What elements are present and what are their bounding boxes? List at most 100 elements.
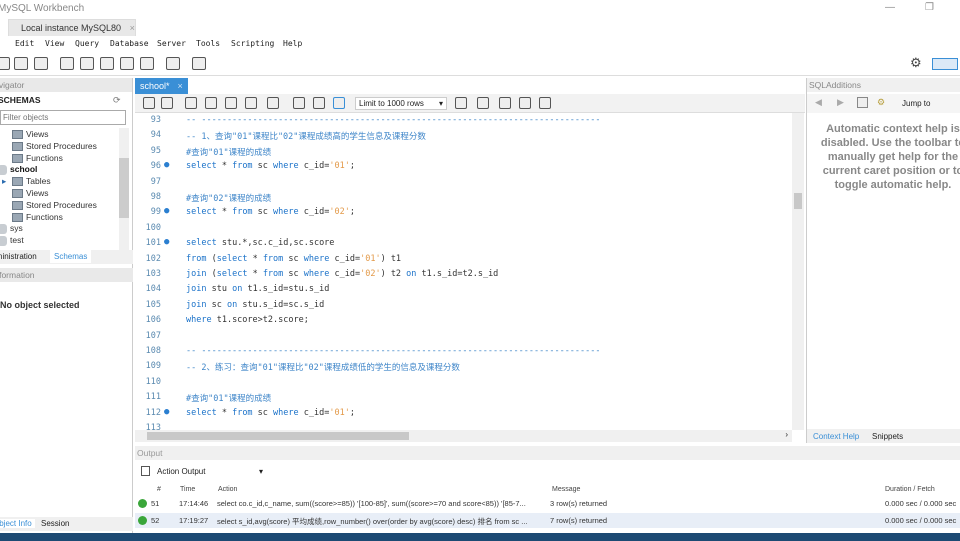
column-header[interactable]: Action — [218, 486, 237, 493]
output-row[interactable]: 52 17:19:27 select s_id,avg(score) 平均成绩,ro… — [135, 512, 960, 528]
editor-toolbar-icon-2[interactable] — [185, 97, 197, 109]
line-number: 105 — [145, 299, 161, 310]
editor-toolbar-icon-8[interactable] — [313, 97, 325, 109]
toolbar-icon-8[interactable] — [166, 57, 180, 70]
tree-item-school[interactable]: school — [0, 164, 38, 176]
toolbar-icon-1[interactable] — [14, 57, 28, 70]
tab-schemas[interactable]: Schemas — [50, 250, 92, 263]
tree-item-stored-procedures[interactable]: Stored Procedures — [12, 200, 97, 211]
filter-objects-input[interactable] — [0, 110, 126, 125]
editor-toolbar-icon-r3[interactable] — [519, 97, 531, 109]
column-header[interactable]: # — [157, 486, 161, 493]
code-token-id: c_id= — [298, 207, 330, 218]
tab-session[interactable]: Session — [41, 519, 69, 528]
editor-toolbar-icon-r1[interactable] — [477, 97, 489, 109]
tab-object-info[interactable]: Object Info — [0, 519, 35, 528]
line-number: 111 — [145, 392, 161, 403]
code-token-kw: where — [303, 253, 330, 264]
menu-database[interactable]: Database — [110, 39, 149, 48]
column-header[interactable]: Message — [552, 486, 580, 493]
menu-query[interactable]: Query — [75, 39, 99, 48]
forward-icon[interactable]: ▶ — [837, 97, 844, 108]
code-line: join stu on t1.s_id=stu.s_id — [186, 284, 329, 294]
tree-item-functions[interactable]: Functions — [12, 212, 63, 222]
tree-item-functions[interactable]: Functions — [12, 153, 63, 163]
editor-toolbar-icon-4[interactable] — [225, 97, 237, 109]
tree-item-sys[interactable]: sys — [0, 223, 23, 235]
toolbar-icon-6[interactable] — [120, 57, 134, 70]
line-number: 97 — [150, 176, 161, 187]
schemas-label: SCHEMAS — [0, 95, 41, 105]
column-header[interactable]: Time — [180, 486, 195, 493]
editor-toolbar-icon-9[interactable] — [333, 97, 345, 109]
settings-icon[interactable]: ⚙ — [910, 55, 922, 71]
limit-rows-select[interactable]: Limit to 1000 rows ▾ — [355, 97, 447, 110]
output-type-select[interactable]: Action Output ▾ — [155, 465, 265, 479]
menu-help[interactable]: Help — [283, 39, 302, 48]
toolbar-icon-7[interactable] — [140, 57, 154, 70]
tree-item-label: Views — [26, 129, 49, 139]
menu-server[interactable]: Server — [157, 39, 186, 48]
tree-item-views[interactable]: Views — [12, 188, 49, 199]
tree-item-stored-procedures[interactable]: Stored Procedures — [12, 141, 97, 152]
toolbar-icon-4[interactable] — [80, 57, 94, 70]
output-num: 51 — [151, 499, 160, 508]
menu-edit[interactable]: Edit — [15, 39, 34, 48]
editor-toolbar-icon-r4[interactable] — [539, 97, 551, 109]
expand-arrow-icon[interactable]: ▸ — [2, 176, 6, 187]
tab-snippets[interactable]: Snippets — [872, 432, 903, 441]
editor-toolbar-icon-5[interactable] — [245, 97, 257, 109]
editor-toolbar-icon-3[interactable] — [205, 97, 217, 109]
editor-vertical-scrollbar[interactable] — [792, 113, 804, 430]
tab-administration[interactable]: Administration — [0, 252, 37, 261]
editor-tab-school[interactable]: school* × — [135, 78, 188, 94]
refresh-icon[interactable]: ⟳ — [113, 95, 121, 106]
editor-horizontal-scrollbar[interactable]: › — [135, 430, 792, 442]
maximize-button[interactable]: ❐ — [925, 2, 934, 13]
toolbar-icon-3[interactable] — [60, 57, 74, 70]
output-row[interactable]: 51 17:14:46 select co.c_id,c_name, sum((sc… — [135, 496, 960, 511]
code-token-kw: join — [186, 299, 207, 310]
toolbar-icon-9[interactable] — [192, 57, 206, 70]
back-icon[interactable]: ◀ — [815, 97, 822, 108]
copy-icon[interactable] — [141, 466, 150, 476]
code-token-id: ( — [206, 253, 217, 264]
taskbar — [0, 533, 960, 541]
editor-toolbar-icon-0[interactable] — [143, 97, 155, 109]
tree-item-tables[interactable]: ▸ Tables — [2, 176, 51, 187]
sql-additions-header: SQLAdditions — [807, 78, 960, 92]
line-number: 100 — [145, 222, 161, 233]
editor-toolbar-icon-1[interactable] — [161, 97, 173, 109]
sql-additions-panel: SQLAdditions ◀ ▶ ⚙ Jump to Automatic con… — [806, 78, 960, 443]
menu-scripting[interactable]: Scripting — [231, 39, 274, 48]
code-line: where t1.score>t2.score; — [186, 315, 309, 325]
tree-item-test[interactable]: test — [0, 235, 24, 246]
manual-help-icon[interactable] — [857, 97, 868, 108]
column-header[interactable]: Duration / Fetch — [885, 486, 935, 493]
toolbar-icon-2[interactable] — [34, 57, 48, 70]
scroll-right-icon[interactable]: › — [785, 430, 788, 439]
editor-toolbar-icon-r0[interactable] — [455, 97, 467, 109]
tree-item-label: school — [10, 164, 38, 175]
code-token-id: * — [216, 207, 233, 218]
toolbar-icon-0[interactable] — [0, 57, 10, 70]
editor-toolbar-icon-r2[interactable] — [499, 97, 511, 109]
connection-tab[interactable]: Local instance MySQL80 × — [8, 19, 136, 36]
editor-toolbar-icon-7[interactable] — [293, 97, 305, 109]
minimize-button[interactable]: — — [885, 2, 895, 13]
editor-toolbar-icon-6[interactable] — [267, 97, 279, 109]
menu-tools[interactable]: Tools — [196, 39, 220, 48]
line-number: 94 — [150, 130, 161, 141]
auto-help-icon[interactable]: ⚙ — [877, 97, 885, 108]
tree-item-views[interactable]: Views — [12, 129, 49, 140]
sql-editor[interactable]: 93 -- -----------------------------------… — [135, 113, 792, 430]
close-icon[interactable]: × — [178, 81, 183, 91]
tree-scrollbar[interactable] — [119, 128, 129, 250]
tab-context-help[interactable]: Context Help — [813, 432, 859, 441]
jump-to-select[interactable]: Jump to — [902, 99, 930, 108]
menu-view[interactable]: View — [45, 39, 64, 48]
toolbar-icon-5[interactable] — [100, 57, 114, 70]
layout-toggle-icon[interactable] — [932, 58, 958, 70]
close-icon[interactable]: × — [130, 23, 135, 33]
editor-toolbar: Limit to 1000 rows ▾ — [135, 94, 805, 113]
